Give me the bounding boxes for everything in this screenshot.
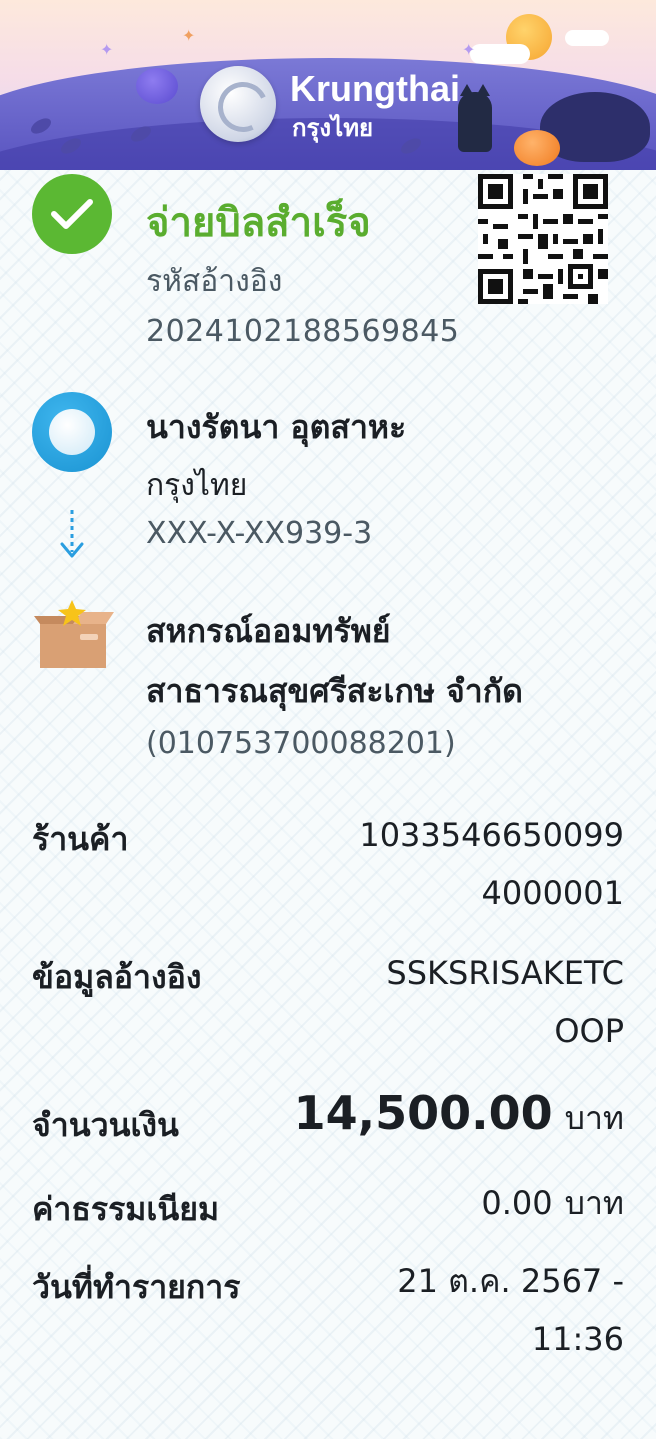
krungthai-logo-icon <box>32 392 112 472</box>
fee-number: 0.00 <box>481 1184 553 1222</box>
sender-name: นางรัตนา อุตสาหะ <box>146 408 407 446</box>
cloud-decoration <box>470 44 530 64</box>
brand-name-en: Krungthai <box>290 68 460 109</box>
brand-name-th: กรุงไทย <box>292 114 374 142</box>
date-value-line1: 21 ต.ค. 2567 - <box>397 1262 624 1300</box>
krungthai-emblem-icon <box>200 66 276 142</box>
cat-icon <box>458 84 492 152</box>
biller-name-line2: สาธารณสุขศรีสะเกษ จำกัด <box>146 672 523 710</box>
reference-info-line1: SSKSRISAKETC <box>386 954 624 992</box>
pumpkin-icon <box>136 68 178 104</box>
header-banner: ✦ ✦ ✦ Krungthai กรุงไทย <box>0 0 656 170</box>
sparkle-icon: ✦ <box>182 26 196 45</box>
fee-label: ค่าธรรมเนียม <box>32 1190 220 1228</box>
cloud-decoration <box>565 30 609 46</box>
merchant-label: ร้านค้า <box>32 820 129 858</box>
sender-bank: กรุงไทย <box>146 468 248 503</box>
amount-unit: บาท <box>564 1099 624 1137</box>
amount-value: 14,500.00 บาท <box>294 1084 624 1147</box>
arrow-down-icon <box>60 510 84 558</box>
merchant-value-line2: 4000001 <box>481 874 624 912</box>
qr-code[interactable] <box>478 174 608 304</box>
sender-account: XXX-X-XX939-3 <box>146 516 373 551</box>
biller-name-line1: สหกรณ์ออมทรัพย์ <box>146 612 391 650</box>
date-value-line2: 11:36 <box>531 1320 624 1358</box>
reference-number: 2024102188569845 <box>146 314 460 349</box>
status-title: จ่ายบิลสำเร็จ <box>146 200 371 246</box>
amount-number: 14,500.00 <box>293 1086 553 1140</box>
sparkle-icon: ✦ <box>100 40 114 59</box>
reference-info-value: SSKSRISAKETC OOP <box>386 944 624 1060</box>
pumpkin-icon <box>514 130 560 166</box>
reference-info-line2: OOP <box>554 1012 624 1050</box>
amount-label: จำนวนเงิน <box>32 1106 179 1144</box>
sparkle-icon: ✦ <box>462 40 476 59</box>
date-label: วันที่ทำรายการ <box>32 1268 241 1306</box>
reference-info-label: ข้อมูลอ้างอิง <box>32 958 202 996</box>
reference-label: รหัสอ้างอิง <box>146 264 283 299</box>
merchant-value: 1033546650099 4000001 <box>359 806 624 922</box>
check-circle-icon <box>32 174 112 254</box>
fee-value: 0.00 บาท <box>481 1174 624 1232</box>
fee-unit: บาท <box>564 1184 624 1222</box>
date-value: 21 ต.ค. 2567 - 11:36 <box>397 1252 624 1368</box>
box-star-icon <box>34 600 114 668</box>
merchant-value-line1: 1033546650099 <box>359 816 624 854</box>
biller-tax-id: (010753700088201) <box>146 726 456 761</box>
